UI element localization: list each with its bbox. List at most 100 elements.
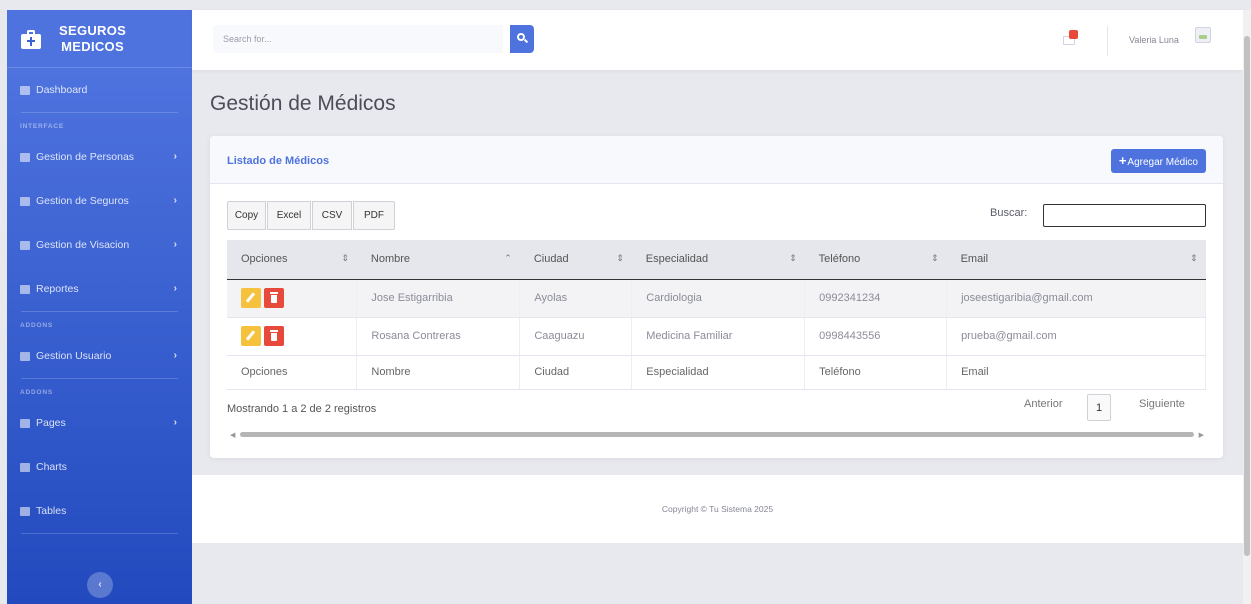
sort-icon: ⇕ [341, 253, 349, 263]
sidebar-item-label: Reportes [36, 283, 79, 295]
pencil-icon[interactable] [241, 288, 261, 308]
cell-ciudad: Ayolas [519, 279, 633, 318]
medkit-icon [21, 29, 41, 49]
sort-icon: ⇕ [789, 253, 797, 263]
card-title: Listado de Médicos [227, 155, 330, 167]
doctors-card: Listado de Médicos +Agregar Médico Copy … [210, 136, 1223, 458]
cell-nombre: Rosana Contreras [356, 317, 521, 356]
sidebar-item-label: Gestion de Visacion [36, 239, 130, 251]
row-actions [227, 317, 358, 356]
footer-especialidad: Especialidad [631, 354, 806, 390]
pagination-previous[interactable]: Anterior [1024, 398, 1063, 410]
sort-icon: ⇕ [1189, 253, 1198, 263]
sidebar-item-charts[interactable]: Charts [7, 445, 192, 489]
search-button[interactable] [510, 25, 534, 53]
sidebar-item-label: Pages [36, 417, 66, 429]
sidebar-item-visacion[interactable]: Gestion de Visacion › [7, 223, 192, 267]
sidebar-divider [21, 533, 178, 534]
topbar-divider [1107, 26, 1108, 56]
copy-button[interactable]: Copy [227, 201, 266, 230]
table-footer-row: Opciones Nombre Ciudad Especialidad Telé… [227, 354, 1206, 390]
sidebar-brand[interactable]: SEGUROS MEDICOS [7, 10, 192, 68]
sidebar-item-usuario[interactable]: Gestion Usuario › [7, 334, 192, 378]
chevron-right-icon: › [173, 195, 177, 206]
user-name[interactable]: Valeria Luna [1129, 35, 1179, 45]
card-header: Listado de Médicos +Agregar Médico [210, 136, 1223, 184]
sidebar-item-reportes[interactable]: Reportes › [7, 267, 192, 311]
column-header-opciones[interactable]: Opciones ⇕ [227, 240, 357, 280]
pagination-next[interactable]: Siguiente [1139, 398, 1185, 410]
table-header-row: Opciones ⇕ Nombre ⌃ Ciudad ⇕ Especialidad ⇕ … [227, 240, 1206, 280]
sidebar-item-pages[interactable]: Pages › [7, 401, 192, 445]
sidebar-toggle-button[interactable]: ‹ [87, 572, 113, 598]
filter-label: Buscar: [990, 207, 1028, 219]
sidebar-item-label: Tables [36, 505, 67, 517]
brand-name: SEGUROS MEDICOS [59, 23, 126, 55]
sidebar-item-tables[interactable]: Tables [7, 489, 192, 533]
export-buttons: Copy Excel CSV PDF [227, 201, 396, 230]
credit-card-icon [20, 240, 30, 250]
brand-line-2: MEDICOS [61, 38, 124, 54]
sort-icon: ⇕ [616, 253, 624, 263]
add-doctor-button[interactable]: +Agregar Médico [1110, 149, 1206, 173]
sort-asc-icon: ⌃ [504, 253, 512, 263]
scroll-right-icon[interactable]: ▶ [1199, 431, 1204, 439]
sidebar-heading-addons: ADDONS [20, 322, 53, 329]
row-actions [227, 279, 358, 318]
messages-badge [1069, 30, 1078, 39]
excel-button[interactable]: Excel [267, 201, 311, 230]
sidebar-item-label: Gestion Usuario [36, 350, 112, 362]
users-icon [20, 351, 30, 361]
page-title: Gestión de Médicos [210, 92, 396, 115]
plus-icon: + [1118, 153, 1127, 168]
sidebar-item-personas[interactable]: Gestion de Personas › [7, 135, 192, 179]
pagination-page-1[interactable]: 1 [1087, 394, 1111, 421]
table-horizontal-scrollbar[interactable]: ◀ ▶ [230, 431, 1204, 439]
sidebar-heading-interface: INTERFACE [20, 123, 65, 130]
csv-button[interactable]: CSV [312, 201, 352, 230]
cell-email: joseestigaribia@gmail.com [946, 279, 1206, 318]
footer-ciudad: Ciudad [519, 354, 633, 390]
cell-ciudad: Caaguazu [519, 317, 633, 356]
book-icon [20, 284, 30, 294]
cell-telefono: 0992341234 [804, 279, 948, 318]
pencil-icon[interactable] [241, 326, 261, 346]
user-icon [20, 152, 30, 162]
chevron-right-icon: › [173, 350, 177, 361]
column-header-especialidad[interactable]: Especialidad ⇕ [631, 240, 805, 280]
footer-email: Email [946, 354, 1206, 390]
sidebar-item-seguros[interactable]: Gestion de Seguros › [7, 179, 192, 223]
folder-icon [20, 418, 30, 428]
sidebar-item-label: Charts [36, 461, 67, 473]
sort-icon: ⇕ [931, 253, 939, 263]
search-input[interactable]: Search for... [213, 25, 503, 53]
chevron-right-icon: › [173, 151, 177, 162]
cell-email: prueba@gmail.com [946, 317, 1206, 356]
footer-telefono: Teléfono [804, 354, 948, 390]
table-row: Rosana Contreras Caaguazu Medicina Famil… [227, 317, 1206, 356]
copyright-text: Copyright © Tu Sistema 2025 [661, 504, 774, 514]
column-header-nombre[interactable]: Nombre ⌃ [356, 240, 520, 280]
scroll-left-icon[interactable]: ◀ [230, 431, 235, 439]
cell-especialidad: Cardiologia [631, 279, 806, 318]
pdf-button[interactable]: PDF [353, 201, 395, 230]
page-scrollbar[interactable] [1243, 10, 1251, 604]
column-header-email[interactable]: Email ⇕ [946, 240, 1206, 280]
scrollbar-thumb[interactable] [240, 432, 1194, 437]
sidebar-item-dashboard[interactable]: Dashboard [7, 68, 192, 112]
scrollbar-thumb[interactable] [1244, 36, 1250, 556]
column-header-ciudad[interactable]: Ciudad ⇕ [519, 240, 632, 280]
cell-especialidad: Medicina Familiar [631, 317, 806, 356]
column-header-telefono[interactable]: Teléfono ⇕ [804, 240, 947, 280]
table-icon [20, 506, 30, 516]
table-row: Jose Estigarribia Ayolas Cardiologia 099… [227, 279, 1206, 318]
avatar[interactable] [1195, 27, 1211, 43]
filter-input[interactable] [1043, 204, 1206, 227]
sidebar: SEGUROS MEDICOS Dashboard INTERFACE Gest… [7, 10, 192, 604]
chevron-right-icon: › [173, 417, 177, 428]
trash-icon[interactable] [264, 288, 284, 308]
sidebar-item-label: Gestion de Personas [36, 151, 135, 163]
chart-area-icon [20, 462, 30, 472]
trash-icon[interactable] [264, 326, 284, 346]
footer-nombre: Nombre [356, 354, 521, 390]
